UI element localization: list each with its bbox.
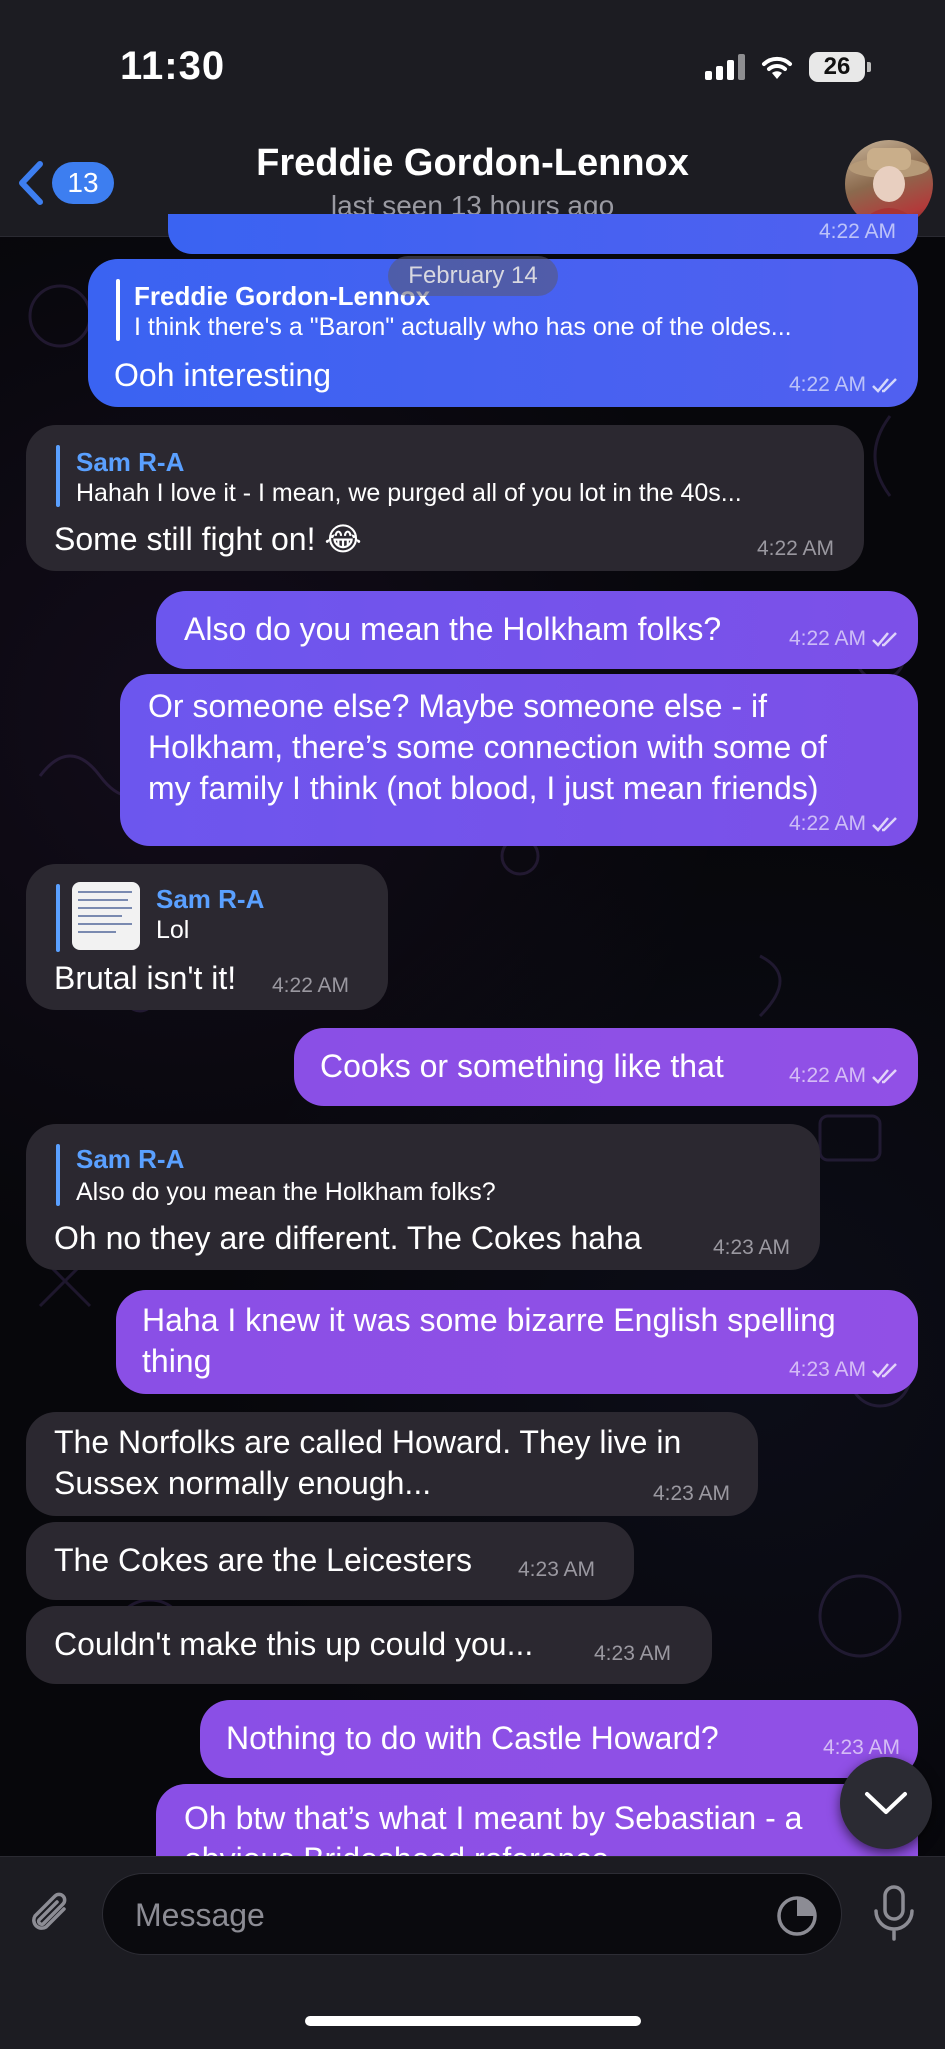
message-input[interactable]: [133, 1874, 737, 1956]
wifi-icon: [762, 56, 792, 79]
message-text-line: Holkham, there’s some connection with so…: [148, 729, 827, 765]
double-check-icon: [872, 378, 897, 393]
message-time: 4:22 AM: [788, 1064, 866, 1087]
message-text-line: The Norfolks are called Howard. They liv…: [54, 1424, 682, 1460]
reply-text: Lol: [156, 916, 190, 944]
message-time: 4:22 AM: [788, 373, 866, 396]
reply-quote-bar: [56, 884, 60, 952]
reply-author: Freddie Gordon-Lennox: [134, 281, 431, 311]
reply-quote-bar: [56, 445, 60, 507]
message-bubble[interactable]: Haha I knew it was some bizarre English …: [116, 1290, 918, 1394]
message-meta: 4:22 AM: [757, 537, 834, 561]
double-check-icon: [872, 1069, 897, 1084]
reply-author: Sam R-A: [76, 1144, 185, 1174]
paperclip-icon[interactable]: [24, 1887, 80, 1943]
message-text-line: Haha I knew it was some bizarre English …: [142, 1302, 836, 1338]
message-bubble-partial[interactable]: 4:22 AM: [168, 214, 918, 254]
message-time: 4:23 AM: [652, 1482, 730, 1505]
message-text: Brutal isn't it!: [54, 960, 237, 996]
message-time: 4:22 AM: [272, 974, 350, 997]
battery-icon: 26: [809, 52, 871, 82]
reply-text: Hahah I love it - I mean, we purged all …: [76, 479, 742, 507]
message-meta: 4:23 AM: [713, 1236, 790, 1260]
message-text-line: Oh btw that’s what I meant by Sebastian …: [184, 1800, 803, 1836]
message-meta: 4:23 AM: [789, 1358, 900, 1382]
message-meta: 4:22 AM: [789, 627, 900, 651]
message-time: 4:23 AM: [788, 1358, 866, 1381]
message-bubble-partial[interactable]: Oh btw that’s what I meant by Sebastian …: [156, 1784, 918, 1856]
message-time: 4:23 AM: [712, 1236, 790, 1259]
contact-name[interactable]: Freddie Gordon-Lennox: [0, 142, 945, 185]
reply-thumbnail: [72, 882, 140, 950]
message-time: 4:22 AM: [756, 537, 834, 560]
message-bubble[interactable]: Or someone else? Maybe someone else - if…: [120, 674, 918, 846]
message-bubble[interactable]: Nothing to do with Castle Howard? 4:23 A…: [200, 1700, 918, 1778]
message-text: The Cokes are the Leicesters: [54, 1542, 472, 1578]
double-check-icon: [872, 817, 897, 832]
message-meta: 4:23 AM: [653, 1482, 730, 1506]
sticker-icon[interactable]: [775, 1894, 819, 1938]
message-meta: 4:23 AM: [518, 1558, 595, 1582]
message-text-line: my family I think (not blood, I just mea…: [148, 770, 819, 806]
status-bar: 11:30 26: [0, 0, 945, 130]
message-meta: 4:22 AM: [789, 1064, 900, 1088]
cellular-signal-icon: [705, 54, 745, 80]
message-text-line: obvious Brideshead reference: [184, 1839, 609, 1856]
reply-author: Sam R-A: [156, 884, 265, 914]
message-bubble[interactable]: Cooks or something like that 4:22 AM: [294, 1028, 918, 1106]
double-check-icon: [872, 1363, 897, 1378]
message-time: 4:23 AM: [594, 1642, 672, 1665]
message-field[interactable]: [102, 1873, 842, 1956]
message-input-bar: [0, 1856, 945, 2049]
message-bubble[interactable]: Couldn't make this up could you... 4:23 …: [26, 1606, 712, 1684]
reply-quote-bar: [56, 1144, 60, 1206]
message-time: 4:22 AM: [788, 627, 866, 650]
home-indicator: [305, 2016, 641, 2026]
message-bubble[interactable]: Sam R-A Lol Brutal isn't it! 4:22 AM: [26, 864, 388, 1010]
message-bubble[interactable]: Sam R-A Hahah I love it - I mean, we pur…: [26, 425, 864, 571]
message-meta: 4:22 AM: [789, 812, 900, 836]
message-text-line: Or someone else? Maybe someone else - if: [148, 688, 767, 724]
message-bubble[interactable]: The Cokes are the Leicesters 4:23 AM: [26, 1522, 634, 1600]
message-meta: 4:22 AM: [272, 974, 349, 998]
date-separator: February 14: [388, 256, 558, 296]
microphone-icon[interactable]: [866, 1883, 922, 1943]
status-icons: 26: [705, 52, 871, 82]
message-time: 4:22 AM: [788, 812, 866, 835]
message-text-line: Sussex normally enough...: [54, 1465, 432, 1501]
message-text: Oh no they are different. The Cokes haha: [54, 1220, 642, 1256]
scroll-to-bottom-button[interactable]: [840, 1757, 932, 1849]
message-bubble[interactable]: Sam R-A Also do you mean the Holkham fol…: [26, 1124, 820, 1270]
message-text: Also do you mean the Holkham folks?: [184, 611, 722, 647]
double-check-icon: [872, 632, 897, 647]
status-time: 11:30: [120, 44, 226, 88]
chevron-down-icon: [865, 1792, 907, 1814]
message-text: Couldn't make this up could you...: [54, 1626, 534, 1662]
message-time: 4:22 AM: [818, 220, 896, 243]
reply-quote-bar: [116, 279, 120, 341]
reply-text: Also do you mean the Holkham folks?: [76, 1178, 496, 1206]
message-text: Nothing to do with Castle Howard?: [226, 1720, 719, 1756]
message-text-line: thing: [142, 1343, 212, 1379]
message-text: Cooks or something like that: [320, 1048, 724, 1084]
message-meta: 4:23 AM: [594, 1642, 671, 1666]
message-bubble[interactable]: The Norfolks are called Howard. They liv…: [26, 1412, 758, 1516]
message-text: Some still fight on! 😂: [54, 521, 362, 557]
message-meta: 4:22 AM: [789, 373, 900, 397]
message-time: 4:23 AM: [518, 1558, 596, 1581]
reply-text: I think there's a "Baron" actually who h…: [134, 313, 792, 341]
message-text: Ooh interesting: [114, 357, 332, 393]
message-bubble[interactable]: Also do you mean the Holkham folks? 4:22…: [156, 591, 918, 669]
message-meta: 4:22 AM: [819, 220, 896, 244]
reply-author: Sam R-A: [76, 447, 185, 477]
